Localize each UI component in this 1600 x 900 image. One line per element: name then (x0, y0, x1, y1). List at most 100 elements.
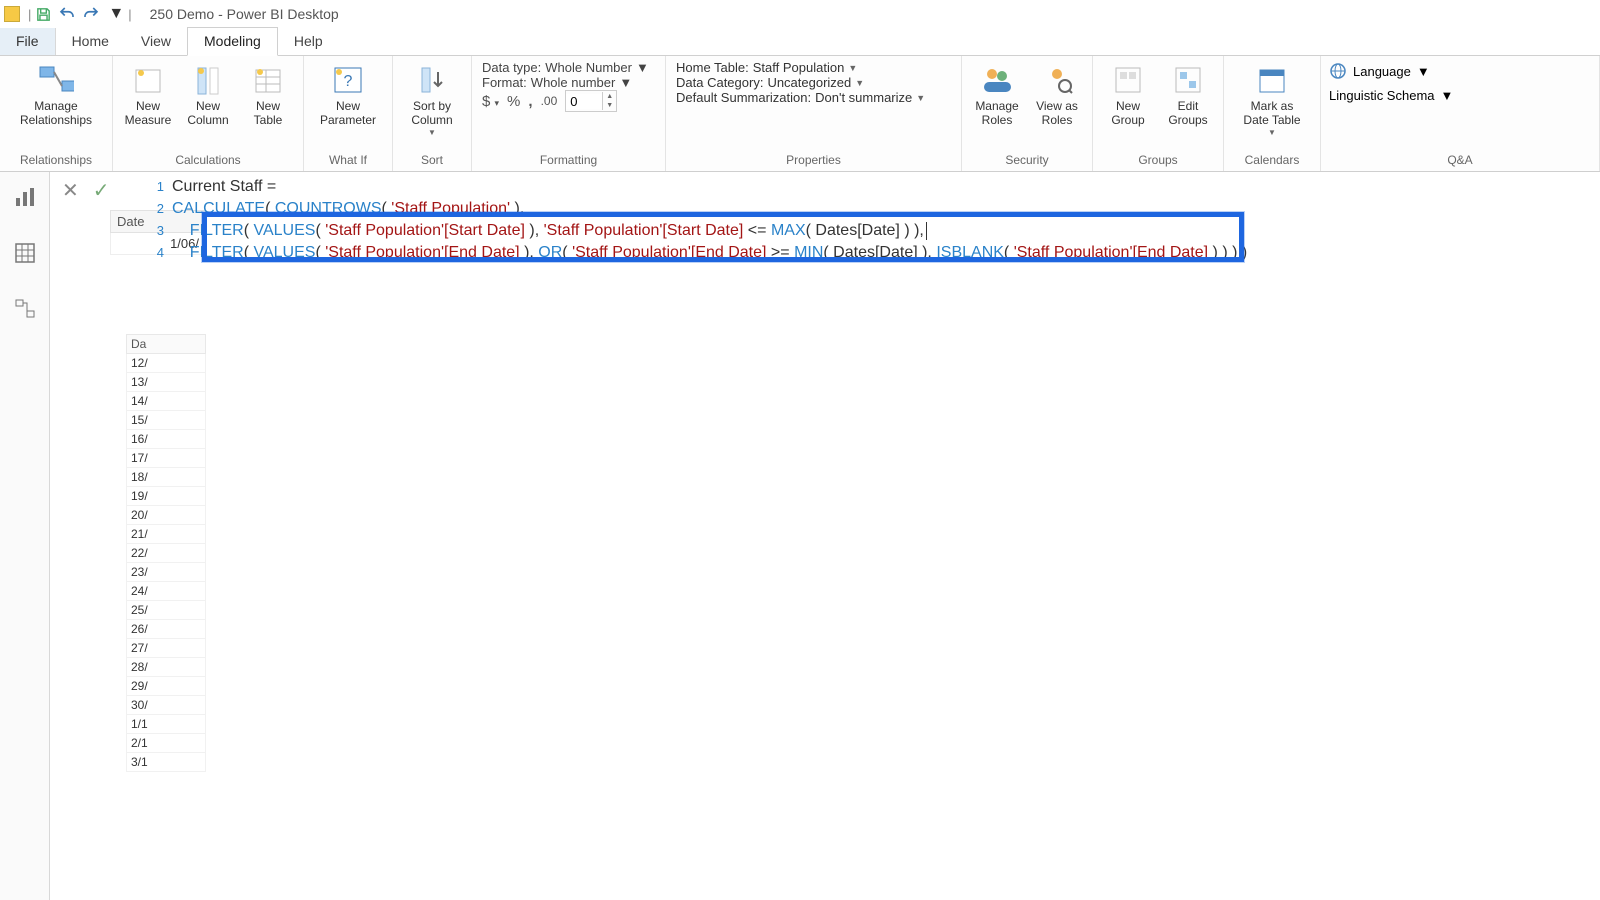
edit-groups-icon (1170, 62, 1206, 98)
cancel-formula-button[interactable]: ✕ (62, 178, 79, 203)
chevron-down-icon: ▼ (1441, 88, 1454, 103)
cell: 25/ (126, 601, 206, 620)
group-qa: Language ▼ Linguistic Schema ▼ Q&A (1321, 56, 1600, 171)
tab-file[interactable]: File (0, 28, 56, 55)
model-view-button[interactable] (12, 296, 38, 322)
column-header: Da (126, 334, 206, 354)
label: Default Summarization: (676, 90, 811, 105)
value: Staff Population (753, 60, 845, 75)
redo-icon[interactable] (82, 5, 100, 23)
group-formatting: Data type: Whole Number ▼ Format: Whole … (472, 56, 666, 171)
tab-home[interactable]: Home (56, 28, 125, 55)
chevron-down-icon: ▼ (848, 63, 857, 73)
ribbon: Manage Relationships Relationships New M… (0, 56, 1600, 172)
data-view-button[interactable] (12, 240, 38, 266)
save-icon[interactable] (35, 6, 52, 23)
manage-roles-button[interactable]: Manage Roles (970, 60, 1024, 127)
group-properties: Home Table: Staff Population ▼ Data Cate… (666, 56, 962, 171)
group-calculations: New Measure New Column New Table Calcula… (113, 56, 304, 171)
spin-up[interactable]: ▲ (603, 92, 616, 101)
roles-icon (979, 62, 1015, 98)
value: Don't summarize (815, 90, 912, 105)
group-label: Properties (676, 153, 951, 169)
decimals-stepper[interactable]: ▲▼ (565, 90, 617, 112)
cell: 16/ (126, 430, 206, 449)
qat-dropdown-icon[interactable]: ▼ (108, 5, 124, 23)
linguistic-schema-dropdown[interactable]: Linguistic Schema ▼ (1329, 88, 1591, 103)
label: Sort by Column (411, 99, 452, 127)
chevron-down-icon: ▼ (636, 60, 649, 75)
decimal-icon: .00 (541, 94, 558, 108)
group-sort: Sort by Column ▼ Sort (393, 56, 472, 171)
label: New Column (187, 99, 228, 127)
main-panel: Date 1/06/ ✕ ✓ 1Current Staff = 2 CALCUL… (50, 172, 1600, 900)
new-group-icon (1110, 62, 1146, 98)
value: Whole Number (545, 60, 632, 75)
label: View as Roles (1036, 99, 1078, 127)
new-group-button[interactable]: New Group (1101, 60, 1155, 127)
globe-icon (1329, 62, 1347, 80)
cell: 2/1 (126, 734, 206, 753)
view-as-icon (1039, 62, 1075, 98)
report-view-button[interactable] (12, 184, 38, 210)
group-groups: New Group Edit Groups Groups (1093, 56, 1224, 171)
thousands-button[interactable]: , (528, 93, 532, 110)
mark-as-date-table-button[interactable]: Mark as Date Table ▼ (1232, 60, 1312, 137)
data-type-dropdown[interactable]: Data type: Whole Number ▼ (482, 60, 655, 75)
percent-button[interactable]: % (507, 93, 520, 110)
cell: 28/ (126, 658, 206, 677)
value: Whole number (531, 75, 616, 90)
new-measure-button[interactable]: New Measure (121, 60, 175, 127)
group-label: Formatting (482, 153, 655, 169)
group-label: Calculations (121, 153, 295, 169)
chevron-down-icon: ▼ (1268, 128, 1276, 137)
chevron-down-icon: ▼ (916, 93, 925, 103)
edit-groups-button[interactable]: Edit Groups (1161, 60, 1215, 127)
new-table-button[interactable]: New Table (241, 60, 295, 127)
left-rail (0, 172, 50, 900)
cell: 18/ (126, 468, 206, 487)
parameter-icon: ? (330, 62, 366, 98)
cell: 19/ (126, 487, 206, 506)
decimals-input[interactable] (566, 94, 602, 109)
new-column-button[interactable]: New Column (181, 60, 235, 127)
tab-help[interactable]: Help (278, 28, 339, 55)
cell: 20/ (126, 506, 206, 525)
tab-modeling[interactable]: Modeling (187, 27, 278, 56)
group-label: Groups (1101, 153, 1215, 169)
tab-view[interactable]: View (125, 28, 187, 55)
label: Language (1353, 64, 1411, 79)
label: Data type: (482, 60, 541, 75)
cell: 21/ (126, 525, 206, 544)
format-dropdown[interactable]: Format: Whole number ▼ (482, 75, 655, 90)
language-dropdown[interactable]: Language ▼ (1329, 62, 1591, 80)
undo-icon[interactable] (58, 5, 76, 23)
label: Home Table: (676, 60, 749, 75)
chevron-down-icon: ▼ (1417, 64, 1430, 79)
svg-text:?: ? (344, 73, 353, 90)
group-label: Q&A (1329, 153, 1591, 169)
label: New Parameter (320, 99, 376, 127)
cell: 14/ (126, 392, 206, 411)
code-line: FILTER( VALUES( 'Staff Population'[End D… (172, 242, 1247, 264)
label: Manage Roles (975, 99, 1018, 127)
new-parameter-button[interactable]: ? New Parameter (312, 60, 384, 127)
currency-button[interactable]: $ ▾ (482, 93, 499, 110)
value: Uncategorized (767, 75, 851, 90)
group-label: Security (970, 153, 1084, 169)
sort-by-column-button[interactable]: Sort by Column ▼ (401, 60, 463, 137)
data-category-dropdown[interactable]: Data Category: Uncategorized ▼ (676, 75, 951, 90)
label: New Table (254, 99, 283, 127)
cell: 29/ (126, 677, 206, 696)
default-summarization-dropdown[interactable]: Default Summarization: Don't summarize ▼ (676, 90, 951, 105)
label: New Group (1111, 99, 1144, 127)
label: Edit Groups (1168, 99, 1207, 127)
view-as-roles-button[interactable]: View as Roles (1030, 60, 1084, 127)
chevron-down-icon: ▼ (855, 78, 864, 88)
formula-editor[interactable]: 1Current Staff = 2 CALCULATE( COUNTROWS(… (154, 172, 1600, 268)
spin-down[interactable]: ▼ (603, 101, 616, 110)
group-label: Calendars (1232, 153, 1312, 169)
manage-relationships-button[interactable]: Manage Relationships (8, 60, 104, 127)
commit-formula-button[interactable]: ✓ (93, 178, 110, 203)
home-table-dropdown[interactable]: Home Table: Staff Population ▼ (676, 60, 951, 75)
